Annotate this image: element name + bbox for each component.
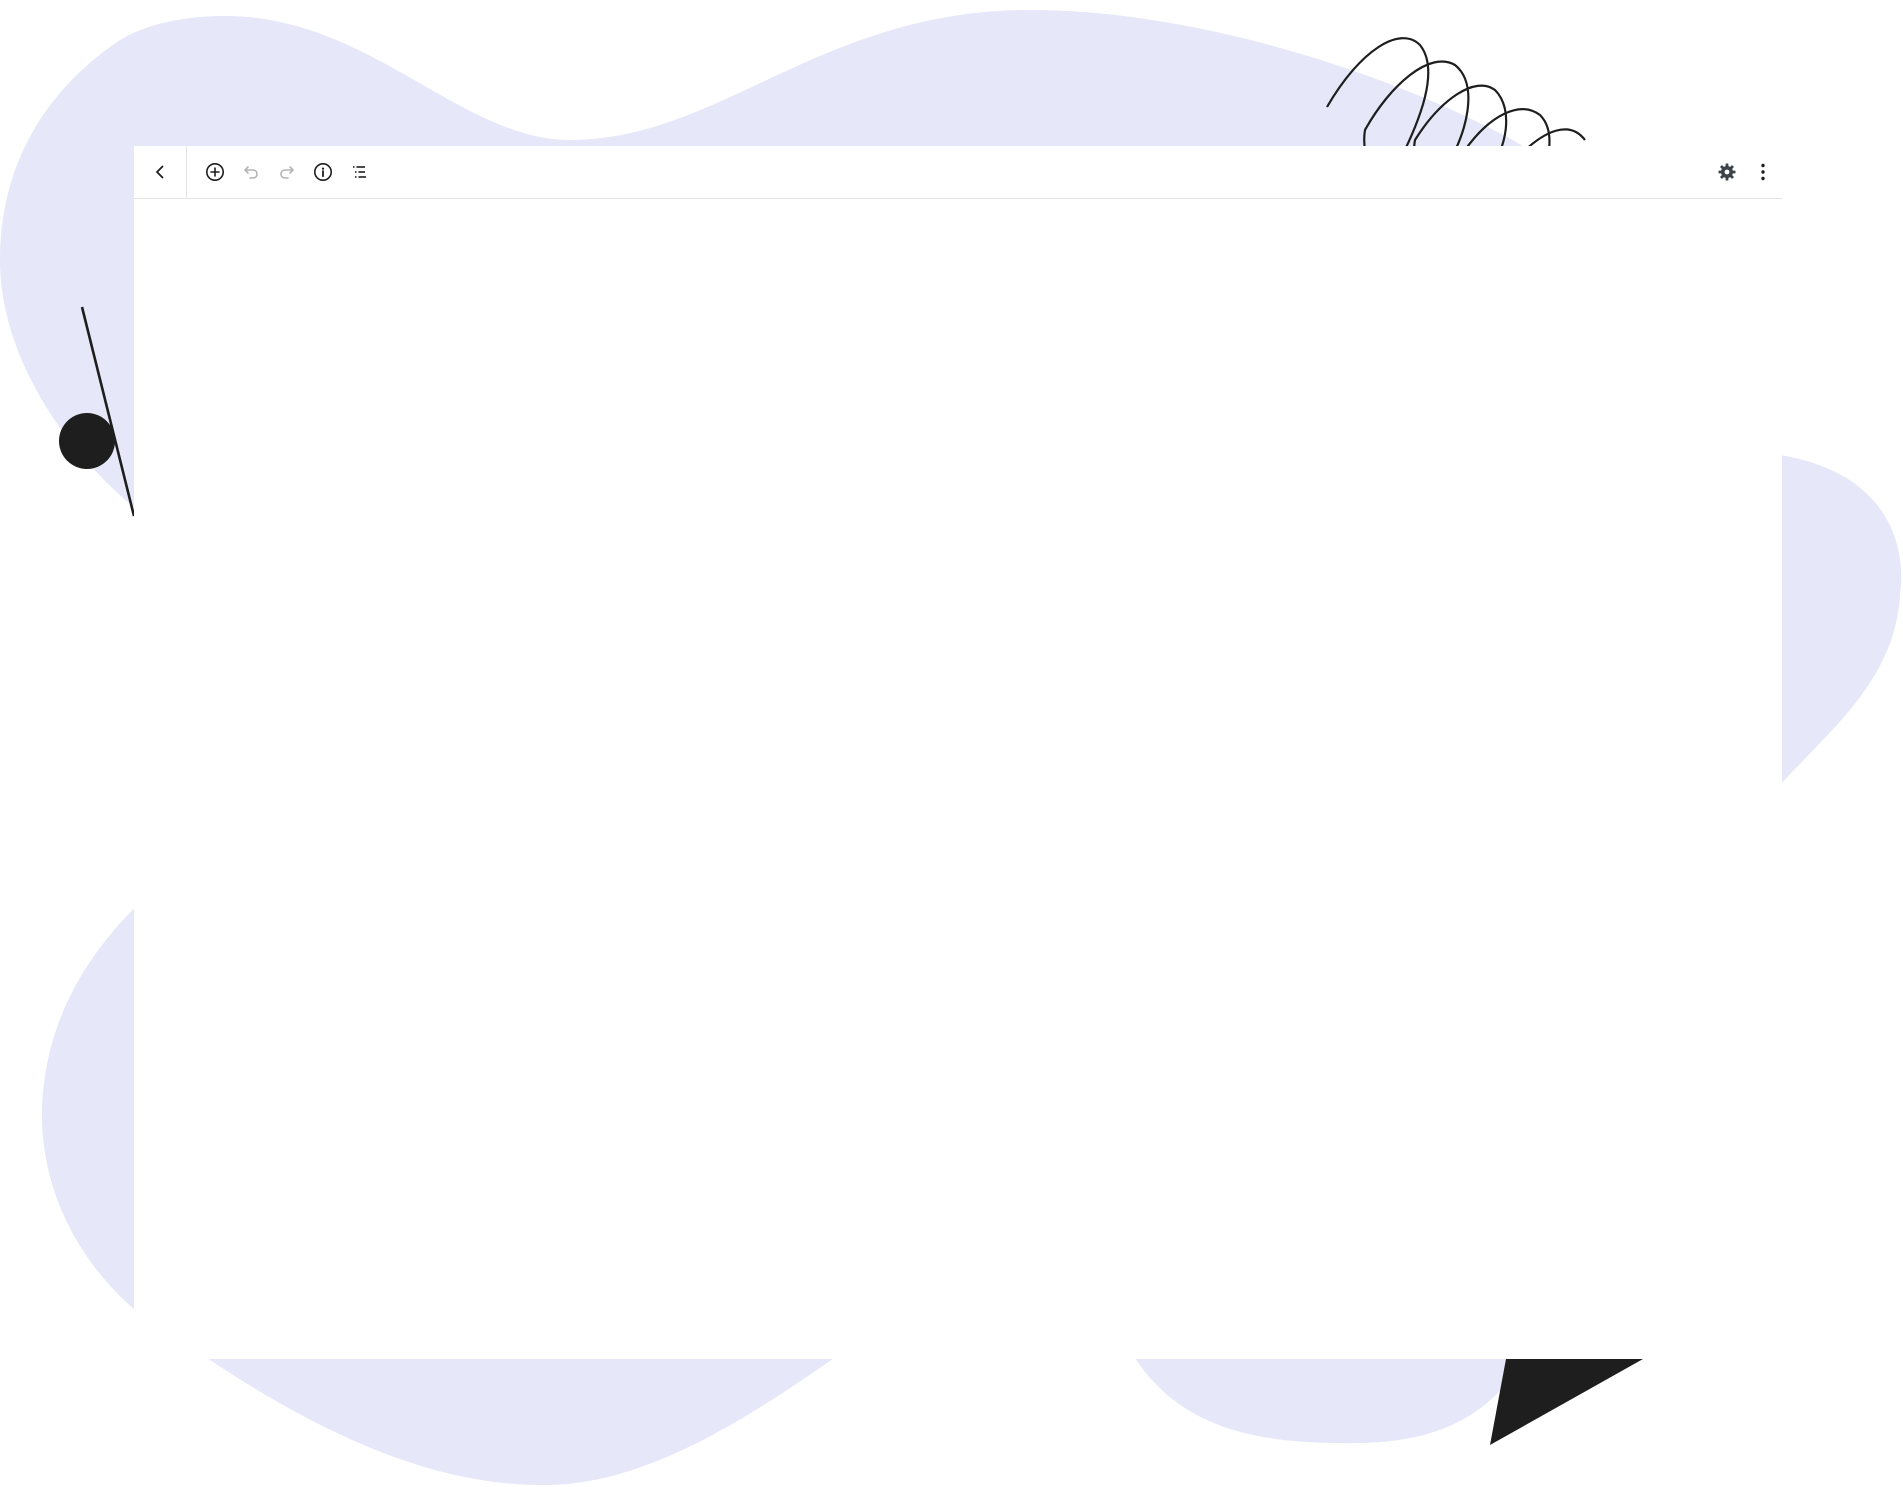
chevron-left-icon [156,165,164,179]
list-view-icon [353,166,366,178]
add-block-button[interactable] [200,157,230,187]
editor-toolbar [134,146,1782,199]
info-circle-icon [314,163,332,181]
settings-button[interactable] [1712,157,1742,187]
plus-circle-icon [206,163,224,181]
back-button[interactable] [145,157,175,187]
gear-icon [1718,163,1736,181]
options-menu-button[interactable] [1748,157,1778,187]
dark-triangle [1490,1359,1643,1445]
list-view-button[interactable] [344,157,374,187]
dark-circle [59,413,115,469]
undo-button[interactable] [236,157,266,187]
editor-canvas[interactable] [134,199,1782,1359]
undo-icon [244,166,258,179]
redo-button[interactable] [272,157,302,187]
more-vertical-icon [1761,163,1765,181]
redo-icon [280,166,294,179]
back-button-area [134,146,187,199]
editor-window [134,146,1782,1359]
details-button[interactable] [308,157,338,187]
